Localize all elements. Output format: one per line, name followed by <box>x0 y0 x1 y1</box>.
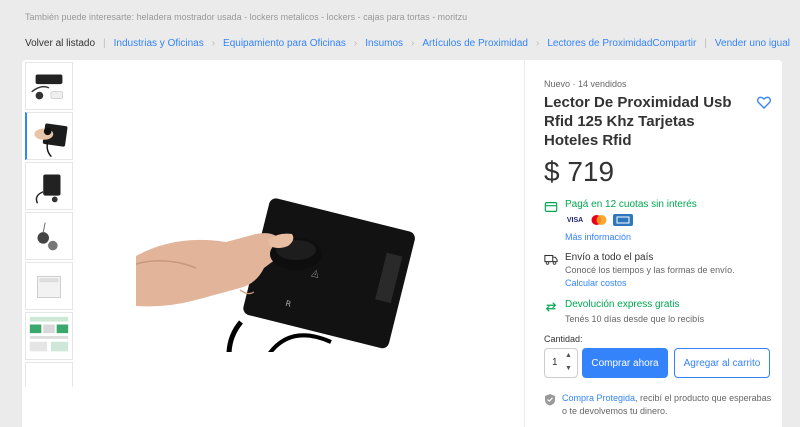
more-info-link[interactable]: Más información <box>565 232 631 242</box>
product-price: $ 719 <box>544 156 615 187</box>
thumbnail-2[interactable] <box>25 112 73 160</box>
credit-card-icon <box>544 202 558 212</box>
visa-logo: VISA <box>565 214 585 226</box>
chevron-right-icon: › <box>211 37 216 49</box>
quantity-value[interactable]: 1 <box>552 357 558 368</box>
buy-now-button[interactable]: Comprar ahora <box>582 348 668 378</box>
column-divider <box>524 60 525 427</box>
product-card: ◬ R Nuevo · 14 vendidos Lector De Proxim… <box>22 60 782 427</box>
divider: | <box>704 37 707 49</box>
breadcrumb: Volver al listado | Industrias y Oficina… <box>25 36 790 50</box>
sell-similar-link[interactable]: Vender uno igual <box>715 38 790 49</box>
truck-icon <box>544 254 558 265</box>
returns-subtitle: Tenés 10 días desde que lo recibís <box>565 314 705 324</box>
chevron-right-icon: › <box>411 37 415 49</box>
thumbnail-gallery <box>25 62 73 389</box>
related-searches[interactable]: También puede interesarte: heladera most… <box>25 12 467 22</box>
thumbnail-5[interactable] <box>25 262 73 310</box>
purchase-protection-text: Compra Protegida, recibí el producto que… <box>562 392 774 418</box>
product-title: Lector De Proximidad Usb Rfid 125 Khz Ta… <box>544 94 732 149</box>
breadcrumb-item[interactable]: Artículos de Proximidad <box>422 38 528 49</box>
chevron-right-icon: › <box>353 37 358 49</box>
breadcrumb-item[interactable]: Industrias y Oficinas <box>114 38 204 49</box>
thumbnail-3[interactable] <box>25 162 73 210</box>
installments-text: Pagá en 12 cuotas sin interés <box>565 199 697 210</box>
add-to-cart-button[interactable]: Agregar al carrito <box>674 348 770 378</box>
chevron-down-icon[interactable]: ▼ <box>565 365 572 372</box>
product-main-image[interactable]: ◬ R <box>136 172 460 352</box>
condition-sold-count: Nuevo · 14 vendidos <box>544 79 627 89</box>
chevron-right-icon: › <box>536 37 540 49</box>
rfid-reader-photo: ◬ R <box>136 172 460 352</box>
breadcrumb-item[interactable]: Insumos <box>365 38 403 49</box>
shipping-title: Envío a todo el país <box>565 252 654 263</box>
payment-card-logos: VISA <box>565 214 633 226</box>
share-link[interactable]: Compartir <box>652 38 696 49</box>
return-icon <box>545 302 557 312</box>
shipping-subtitle: Conocé los tiempos y las formas de envío… <box>565 265 735 275</box>
heart-icon[interactable] <box>756 94 772 110</box>
quantity-stepper[interactable]: 1 ▲ ▼ <box>544 348 578 378</box>
breadcrumb-item[interactable]: Lectores de Proximidad <box>547 38 652 49</box>
protected-purchase-link[interactable]: Compra Protegida <box>562 393 635 403</box>
thumbnail-4[interactable] <box>25 212 73 260</box>
breadcrumb-actions: Compartir | Vender uno igual <box>652 38 790 49</box>
mastercard-logo <box>589 214 609 226</box>
shield-icon <box>545 394 555 406</box>
returns-title: Devolución express gratis <box>565 299 680 310</box>
amex-logo <box>613 214 633 226</box>
thumbnail-more[interactable] <box>25 362 73 387</box>
quantity-label: Cantidad: <box>544 334 583 344</box>
calculate-costs-link[interactable]: Calcular costos <box>565 278 627 288</box>
divider: | <box>103 37 106 49</box>
chevron-up-icon[interactable]: ▲ <box>565 352 572 359</box>
thumbnail-1[interactable] <box>25 62 73 110</box>
breadcrumb-item[interactable]: Equipamiento para Oficinas <box>223 38 346 49</box>
thumbnail-6[interactable] <box>25 312 73 360</box>
back-to-list-link[interactable]: Volver al listado <box>25 38 95 49</box>
